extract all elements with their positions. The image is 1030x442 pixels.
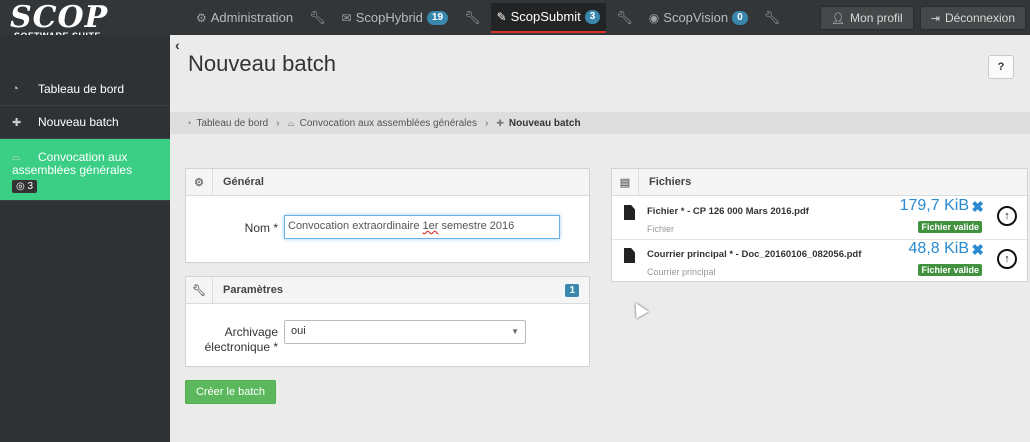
nav-scophybrid[interactable]: ✉ ScopHybrid 19 <box>336 0 454 35</box>
dashboard-icon: ◔ <box>186 118 192 128</box>
file-size: 48,8 KiB <box>908 240 969 257</box>
nav-scopvision[interactable]: ◉ ScopVision 0 <box>643 0 754 35</box>
nav-administration[interactable]: ⚙ Administration <box>190 0 299 35</box>
breadcrumb: ◔ Tableau de bord › ⌓ Convocation aux as… <box>170 112 1030 134</box>
logout-label: Déconnexion <box>944 11 1015 25</box>
archive-label: Archivage électronique * <box>196 325 278 355</box>
file-icon <box>624 205 635 220</box>
name-input[interactable]: Convocation extraordinaire 1er semestre … <box>284 215 560 239</box>
parameters-panel: 🔧︎ Paramètres 1 Archivage électronique *… <box>185 276 590 367</box>
wrench-icon: 🔧︎ <box>186 276 213 304</box>
chevron-right-icon: › <box>484 117 489 129</box>
nav-label: ScopVision <box>663 10 729 25</box>
archive-label-line: électronique * <box>204 340 278 354</box>
file-icon <box>624 248 635 263</box>
chevron-right-icon: › <box>276 117 280 129</box>
general-panel: ⚙ Général Nom * Convocation extraordinai… <box>185 168 590 263</box>
wrench-icon[interactable]: 🔧︎ <box>299 10 336 26</box>
upload-icon[interactable]: ↑ <box>997 206 1017 226</box>
nav-badge: 19 <box>426 10 449 25</box>
breadcrumb-item-convocation[interactable]: Convocation aux assemblées générales <box>300 118 477 129</box>
wrench-icon[interactable]: 🔧︎ <box>454 10 491 26</box>
profile-button[interactable]: 👤︎ Mon profil <box>820 6 914 30</box>
general-panel-header: ⚙ Général <box>186 168 589 196</box>
file-type: Fichier <box>647 224 675 234</box>
file-icon: ▤ <box>612 168 639 196</box>
file-status-badge: Fichier valide <box>918 264 982 276</box>
file-name: Courrier principal * - Doc_20160106_0820… <box>647 249 862 260</box>
logout-button[interactable]: ⇥ Déconnexion <box>919 6 1026 30</box>
user-icon: 👤︎ <box>831 12 846 25</box>
logout-icon: ⇥ <box>930 12 940 25</box>
nav-badge: 3 <box>584 9 601 24</box>
wrench-icon[interactable]: 🔧︎ <box>754 10 791 26</box>
top-right-actions: 👤︎ Mon profil ⇥ Déconnexion <box>820 6 1026 30</box>
file-status-badge: Fichier valide <box>918 221 982 233</box>
main-content: ‹ Nouveau batch ? ◔ Tableau de bord › ⌓ … <box>170 35 1030 442</box>
logo-text: SCOP <box>10 0 109 35</box>
sidebar-item-label: Nouveau batch <box>38 115 119 129</box>
delete-file-icon[interactable]: ✖ <box>971 241 984 259</box>
archive-select-value: oui <box>291 325 306 337</box>
nav-scopsubmit[interactable]: ✎ ScopSubmit 3 <box>490 2 607 33</box>
profile-label: Mon profil <box>850 11 903 25</box>
nav-badge: 0 <box>732 10 748 25</box>
files-panel: ▤ Fichiers Fichier * - CP 126 000 Mars 2… <box>611 168 1028 282</box>
nav-label: ScopSubmit <box>510 9 581 24</box>
panel-title: Paramètres <box>223 284 283 296</box>
name-value-part: Convocation extraordinaire <box>288 220 423 232</box>
upload-icon[interactable]: ↑ <box>997 249 1017 269</box>
sidebar-item-count: ◎ 3 <box>12 180 38 193</box>
count-value: 3 <box>27 181 34 192</box>
plus-icon: ✚ <box>12 116 22 129</box>
create-batch-button[interactable]: Créer le batch <box>185 380 276 404</box>
files-panel-header: ▤ Fichiers <box>612 168 1027 196</box>
paperclip-icon: ✎ <box>496 9 507 24</box>
eye-icon: ◉ <box>648 10 660 25</box>
panel-title: Général <box>223 176 264 188</box>
parameters-panel-header: 🔧︎ Paramètres 1 <box>186 276 589 304</box>
file-size: 179,7 KiB <box>899 197 969 214</box>
chevron-down-icon: ▼ <box>511 327 519 336</box>
archive-label-line: Archivage <box>224 325 278 339</box>
panel-title: Fichiers <box>649 176 692 188</box>
sidebar-item-new-batch[interactable]: ✚ Nouveau batch <box>0 106 170 139</box>
inbox-icon: ⌓ <box>287 117 295 128</box>
file-name: Fichier * - CP 126 000 Mars 2016.pdf <box>647 206 809 217</box>
sidebar: ◔ Tableau de bord ✚ Nouveau batch ⌓ Conv… <box>0 35 170 442</box>
sidebar-item-convocation[interactable]: ⌓ Convocation aux assemblées générales ◎… <box>0 139 170 201</box>
page-title: Nouveau batch <box>188 51 336 76</box>
gear-icon: ⚙ <box>196 10 207 25</box>
top-bar: SCOP SOFTWARE SUITE ⚙ Administration 🔧︎ … <box>0 0 1030 41</box>
top-nav: ⚙ Administration 🔧︎ ✉ ScopHybrid 19 🔧︎ ✎… <box>190 0 790 35</box>
nav-label: Administration <box>210 10 294 25</box>
sidebar-item-dashboard[interactable]: ◔ Tableau de bord <box>0 73 170 106</box>
plus-icon: ✚ <box>496 117 504 128</box>
envelope-icon: ✉ <box>341 10 352 25</box>
dashboard-icon: ◔ <box>12 83 19 95</box>
name-value-part: 1er <box>422 220 439 232</box>
gear-icon: ⚙ <box>186 168 213 196</box>
collapse-sidebar-icon[interactable]: ‹ <box>175 37 180 53</box>
file-type: Courrier principal <box>647 267 716 277</box>
sidebar-item-label: Tableau de bord <box>38 82 125 96</box>
file-row: Fichier * - CP 126 000 Mars 2016.pdf Fic… <box>612 197 1027 240</box>
delete-file-icon[interactable]: ✖ <box>971 198 984 216</box>
wrench-icon[interactable]: 🔧︎ <box>606 10 643 26</box>
nav-label: ScopHybrid <box>355 10 423 25</box>
name-value-part: semestre 2016 <box>438 220 515 232</box>
breadcrumb-item-current: Nouveau batch <box>508 117 581 129</box>
help-button[interactable]: ? <box>988 55 1014 79</box>
breadcrumb-item-dashboard[interactable]: Tableau de bord <box>196 118 268 129</box>
sidebar-item-label: Convocation aux assemblées générales <box>12 150 133 177</box>
archive-select[interactable]: oui ▼ <box>284 320 526 344</box>
file-row: Courrier principal * - Doc_20160106_0820… <box>612 240 1027 283</box>
name-label: Nom * <box>244 221 278 235</box>
parameters-count-badge: 1 <box>565 284 579 297</box>
